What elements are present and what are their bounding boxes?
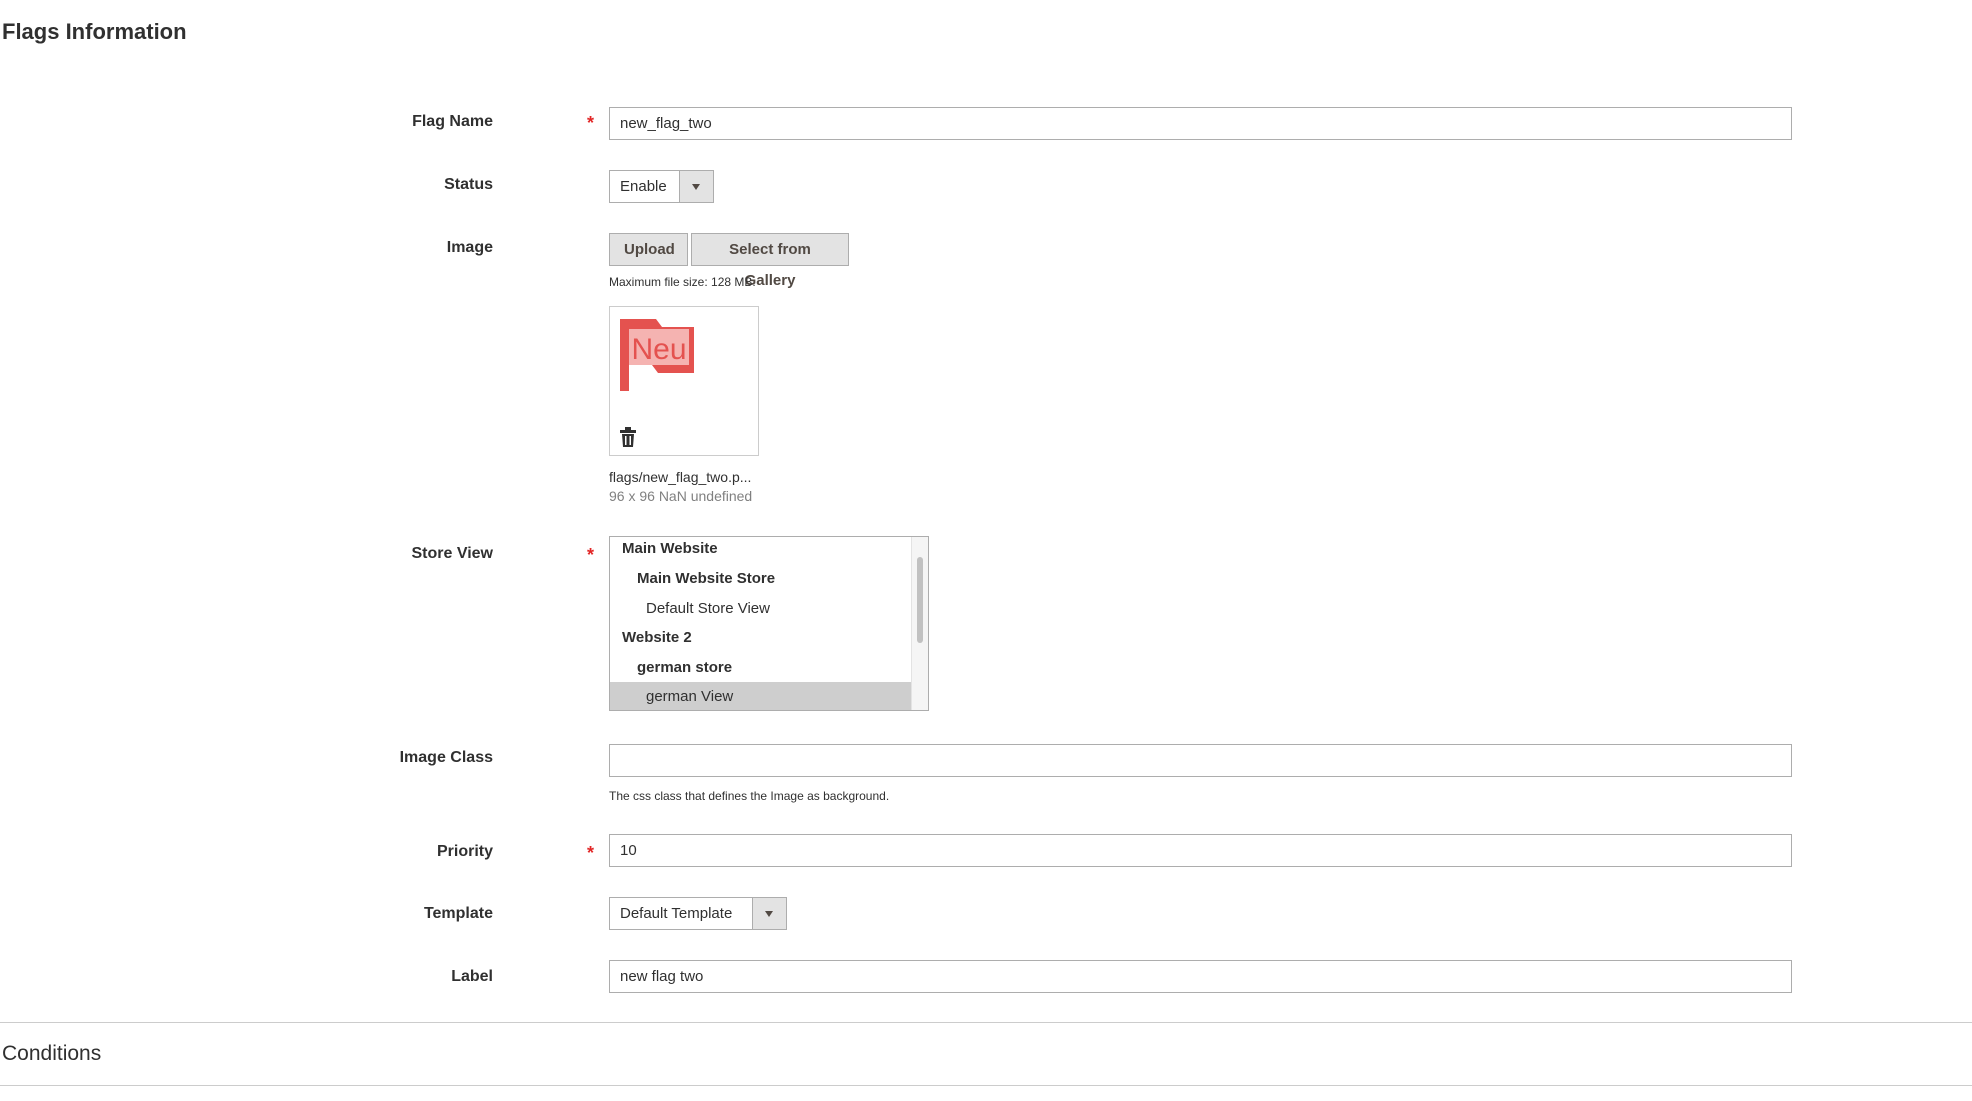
image-class-note: The css class that defines the Image as … [609, 789, 890, 803]
status-select-value: Enable [620, 178, 667, 195]
image-file-name: flags/new_flag_two.p... [609, 469, 752, 485]
flag-image-text: Neu [631, 333, 686, 366]
image-class-label: Image Class [399, 749, 493, 766]
required-star: * [587, 843, 595, 863]
priority-input[interactable]: 10 [609, 834, 1792, 867]
label-input[interactable]: new flag two [609, 960, 1792, 993]
section-divider [0, 1022, 1972, 1023]
store-view-option-default-store-view[interactable]: Default Store View [610, 594, 925, 624]
image-preview: Neu [609, 306, 759, 456]
template-label: Template [423, 905, 493, 922]
store-view-option-main-website[interactable]: Main Website [610, 537, 925, 564]
upload-button[interactable]: Upload [609, 233, 688, 266]
store-view-option-german-store[interactable]: german store [610, 653, 925, 683]
label-field-label: Label [451, 968, 493, 985]
section-title-flags-information: Flags Information [2, 19, 187, 44]
flag-name-input[interactable]: new_flag_two [609, 107, 1792, 140]
store-view-option-website-2[interactable]: Website 2 [610, 623, 925, 653]
select-from-gallery-button[interactable]: Select from Gallery [691, 233, 849, 289]
flag-name-label: Flag Name [412, 113, 493, 130]
status-label: Status [444, 176, 493, 193]
section-divider [0, 1085, 1972, 1086]
store-view-multiselect[interactable]: Main Website Main Website Store Default … [609, 536, 929, 711]
store-view-option-german-view[interactable]: german View [610, 682, 916, 710]
max-file-size-note: Maximum file size: 128 MB. [609, 275, 756, 289]
priority-label: Priority [436, 843, 493, 860]
image-file-meta: 96 x 96 NaN undefined [609, 488, 753, 504]
required-star: * [587, 545, 595, 565]
image-class-input[interactable] [609, 744, 1792, 777]
store-view-scrollbar[interactable] [911, 537, 928, 710]
image-label: Image [446, 239, 493, 256]
chevron-down-icon[interactable] [752, 898, 786, 929]
store-view-label: Store View [411, 545, 493, 562]
status-select[interactable]: Enable [609, 170, 714, 203]
template-select-value: Default Template [620, 905, 733, 922]
section-title-conditions[interactable]: Conditions [2, 1042, 101, 1066]
template-select[interactable]: Default Template [609, 897, 787, 930]
trash-icon[interactable] [620, 427, 636, 447]
required-star: * [587, 113, 595, 133]
flag-image: Neu [620, 319, 694, 391]
store-view-option-main-website-store[interactable]: Main Website Store [610, 564, 925, 594]
chevron-down-icon[interactable] [679, 171, 713, 202]
